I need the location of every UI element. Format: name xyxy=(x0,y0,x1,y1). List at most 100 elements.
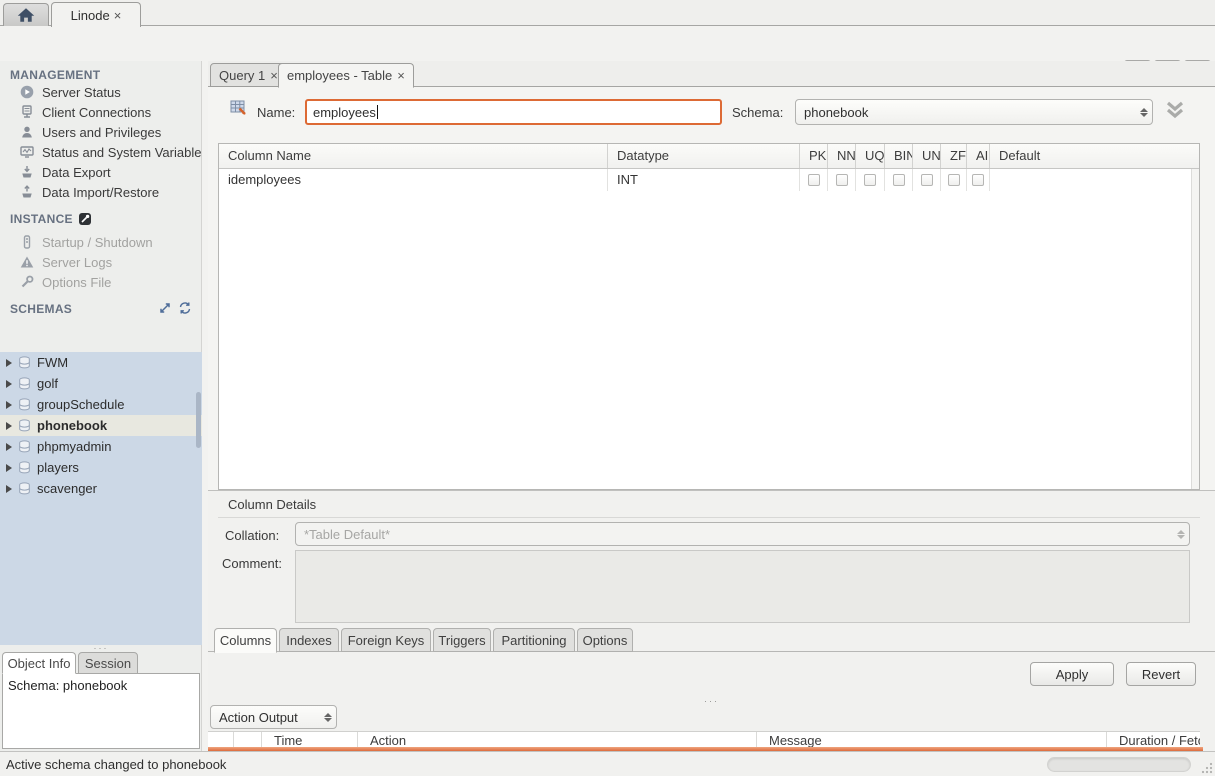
expander-icon[interactable] xyxy=(6,401,12,409)
cell-zf[interactable] xyxy=(941,169,967,191)
mysql-workbench-window: Linode × SQL SQL i () xyxy=(0,0,1215,776)
close-icon[interactable]: × xyxy=(114,8,122,23)
schema-row-golf[interactable]: golf xyxy=(0,373,202,394)
sidebar-item-client-connections[interactable]: Client Connections xyxy=(0,102,202,122)
column-details-title: Column Details xyxy=(228,497,316,512)
tab-session[interactable]: Session xyxy=(78,652,138,674)
sidebar-item-data-import-restore[interactable]: Data Import/Restore xyxy=(0,182,202,202)
cell-bin[interactable] xyxy=(885,169,913,191)
header-default[interactable]: Default xyxy=(990,144,1199,168)
sidebar-item-server-logs[interactable]: Server Logs xyxy=(0,252,202,272)
header-uq[interactable]: UQ xyxy=(856,144,885,168)
expander-icon[interactable] xyxy=(6,443,12,451)
header-zf[interactable]: ZF xyxy=(941,144,967,168)
schema-label: phpmyadmin xyxy=(37,439,111,454)
schema-row-phonebook[interactable]: phonebook xyxy=(0,415,202,436)
cell-un[interactable] xyxy=(913,169,941,191)
header-ai[interactable]: AI xyxy=(967,144,990,168)
cell-default[interactable] xyxy=(990,169,1199,191)
header-un[interactable]: UN xyxy=(913,144,941,168)
main-area: Query 1× employees - Table× Name: employ… xyxy=(208,61,1215,751)
expander-icon[interactable] xyxy=(6,485,12,493)
schema-icon xyxy=(18,419,31,432)
sidebar-item-label: Server Logs xyxy=(42,255,112,270)
header-column-name[interactable]: Column Name xyxy=(219,144,608,168)
tab-partitioning[interactable]: Partitioning xyxy=(493,628,575,652)
schema-row-scavenger[interactable]: scavenger xyxy=(0,478,202,499)
expander-icon[interactable] xyxy=(6,422,12,430)
schema-row-phpmyadmin[interactable]: phpmyadmin xyxy=(0,436,202,457)
expand-editor-header-icon[interactable] xyxy=(1163,101,1187,121)
refresh-schemas-icon[interactable] xyxy=(179,302,191,314)
schema-combo[interactable]: phonebook xyxy=(795,99,1153,125)
home-tab[interactable] xyxy=(3,3,49,26)
schema-row-fwm[interactable]: FWM xyxy=(0,352,202,373)
sidebar-item-status-system-variables[interactable]: Status and System Variables xyxy=(0,142,202,162)
resize-grip-icon[interactable] xyxy=(1201,762,1213,774)
schema-label: FWM xyxy=(37,355,68,370)
cell-datatype[interactable]: INT xyxy=(608,169,800,191)
tab-triggers[interactable]: Triggers xyxy=(433,628,491,652)
close-icon[interactable]: × xyxy=(397,68,405,83)
output-splitter[interactable]: ··· xyxy=(208,698,1215,705)
tab-object-info[interactable]: Object Info xyxy=(2,652,76,674)
expand-schemas-icon[interactable] xyxy=(159,302,171,314)
connection-tab[interactable]: Linode × xyxy=(51,2,141,27)
tab-options[interactable]: Options xyxy=(577,628,633,652)
tab-employees-table[interactable]: employees - Table× xyxy=(278,63,414,88)
nn-checkbox[interactable] xyxy=(836,174,848,186)
pk-checkbox[interactable] xyxy=(808,174,820,186)
cell-uq[interactable] xyxy=(856,169,885,191)
revert-button[interactable]: Revert xyxy=(1126,662,1196,686)
tab-columns[interactable]: Columns xyxy=(214,628,277,653)
ai-checkbox[interactable] xyxy=(972,174,984,186)
schema-row-groupschedule[interactable]: groupSchedule xyxy=(0,394,202,415)
schema-tree-scrollbar[interactable] xyxy=(196,392,201,448)
bin-checkbox[interactable] xyxy=(893,174,905,186)
collation-combo[interactable]: *Table Default* xyxy=(295,522,1190,546)
tab-indexes[interactable]: Indexes xyxy=(279,628,339,652)
output-selector-combo[interactable]: Action Output xyxy=(210,705,337,729)
cell-column-name[interactable]: idemployees xyxy=(219,169,608,191)
close-icon[interactable]: × xyxy=(270,68,278,83)
expander-icon[interactable] xyxy=(6,464,12,472)
uq-checkbox[interactable] xyxy=(864,174,876,186)
spinner-icon[interactable] xyxy=(1140,100,1148,124)
schema-icon xyxy=(18,461,31,474)
startup-shutdown-icon xyxy=(20,235,34,249)
grid-scrollbar[interactable] xyxy=(1191,169,1199,489)
sidebar-item-startup-shutdown[interactable]: Startup / Shutdown xyxy=(0,232,202,252)
header-bin[interactable]: BIN xyxy=(885,144,913,168)
expander-icon[interactable] xyxy=(6,380,12,388)
sidebar-item-label: Users and Privileges xyxy=(42,125,161,140)
tab-query-1[interactable]: Query 1× xyxy=(210,63,287,87)
schema-row-players[interactable]: players xyxy=(0,457,202,478)
header-datatype[interactable]: Datatype xyxy=(608,144,800,168)
status-bar: Active schema changed to phonebook xyxy=(0,751,1215,776)
zf-checkbox[interactable] xyxy=(948,174,960,186)
table-row[interactable]: idemployees INT xyxy=(219,169,1199,191)
schema-icon xyxy=(18,482,31,495)
comment-textarea[interactable] xyxy=(295,550,1190,623)
sidebar-splitter[interactable]: ··· xyxy=(0,645,202,652)
header-nn[interactable]: NN xyxy=(828,144,856,168)
cell-nn[interactable] xyxy=(828,169,856,191)
spinner-icon[interactable] xyxy=(324,706,332,728)
data-import-icon xyxy=(20,185,34,199)
header-pk[interactable]: PK xyxy=(800,144,828,168)
sidebar-item-data-export[interactable]: Data Export xyxy=(0,162,202,182)
expander-icon[interactable] xyxy=(6,359,12,367)
sidebar-item-options-file[interactable]: Options File xyxy=(0,272,202,292)
schema-label: phonebook xyxy=(37,418,107,433)
un-checkbox[interactable] xyxy=(921,174,933,186)
cell-ai[interactable] xyxy=(967,169,990,191)
schema-tree: FWM golf groupSchedule phonebook phpmyad xyxy=(0,352,202,645)
tab-foreign-keys[interactable]: Foreign Keys xyxy=(341,628,431,652)
sidebar-item-server-status[interactable]: Server Status xyxy=(0,82,202,102)
apply-button[interactable]: Apply xyxy=(1030,662,1114,686)
info-panel-tabs: Object Info Session xyxy=(0,652,202,674)
schema-label: scavenger xyxy=(37,481,97,496)
cell-pk[interactable] xyxy=(800,169,828,191)
sidebar-item-users-privileges[interactable]: Users and Privileges xyxy=(0,122,202,142)
table-name-input[interactable]: employees xyxy=(305,99,722,125)
